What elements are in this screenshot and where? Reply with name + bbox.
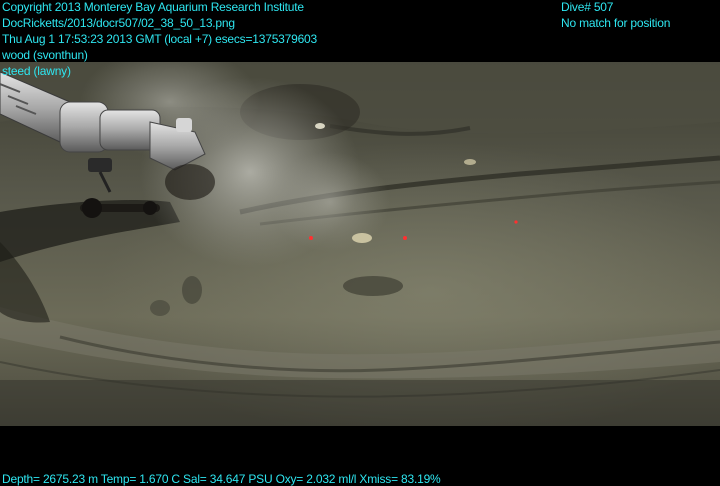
shell — [352, 233, 372, 243]
file-path-text: DocRicketts/2013/docr507/02_38_50_13.png — [2, 16, 235, 30]
overlay-header-right: Dive# 507 No match for position — [561, 0, 670, 31]
rock — [150, 300, 170, 316]
laser-dot — [403, 236, 407, 240]
pebble — [464, 159, 476, 165]
pebble — [315, 123, 325, 129]
laser-dot — [309, 236, 313, 240]
position-status-text: No match for position — [561, 16, 671, 30]
overlay-telemetry: Depth= 2675.23 m Temp= 1.670 C Sal= 34.6… — [2, 471, 441, 486]
video-frame: Copyright 2013 Monterey Bay Aquarium Res… — [0, 0, 720, 486]
telemetry-text: Depth= 2675.23 m Temp= 1.670 C Sal= 34.6… — [2, 472, 441, 486]
copyright-text: Copyright 2013 Monterey Bay Aquarium Res… — [2, 0, 304, 14]
overlay-header-left: Copyright 2013 Monterey Bay Aquarium Res… — [2, 0, 317, 79]
dive-number-text: Dive# 507 — [561, 0, 614, 14]
rock — [343, 276, 403, 296]
foreground-shadow — [0, 380, 720, 426]
timestamp-text: Thu Aug 1 17:53:23 2013 GMT (local +7) e… — [2, 32, 318, 46]
laser-dot — [514, 220, 518, 224]
observer-text: steed (lawny) — [2, 64, 71, 78]
sediment-plume-3 — [270, 152, 390, 252]
rock — [182, 276, 202, 304]
dark-sediment-cloud — [165, 164, 215, 200]
seafloor-scene — [0, 62, 720, 426]
observer-text: wood (svonthun) — [2, 48, 88, 62]
